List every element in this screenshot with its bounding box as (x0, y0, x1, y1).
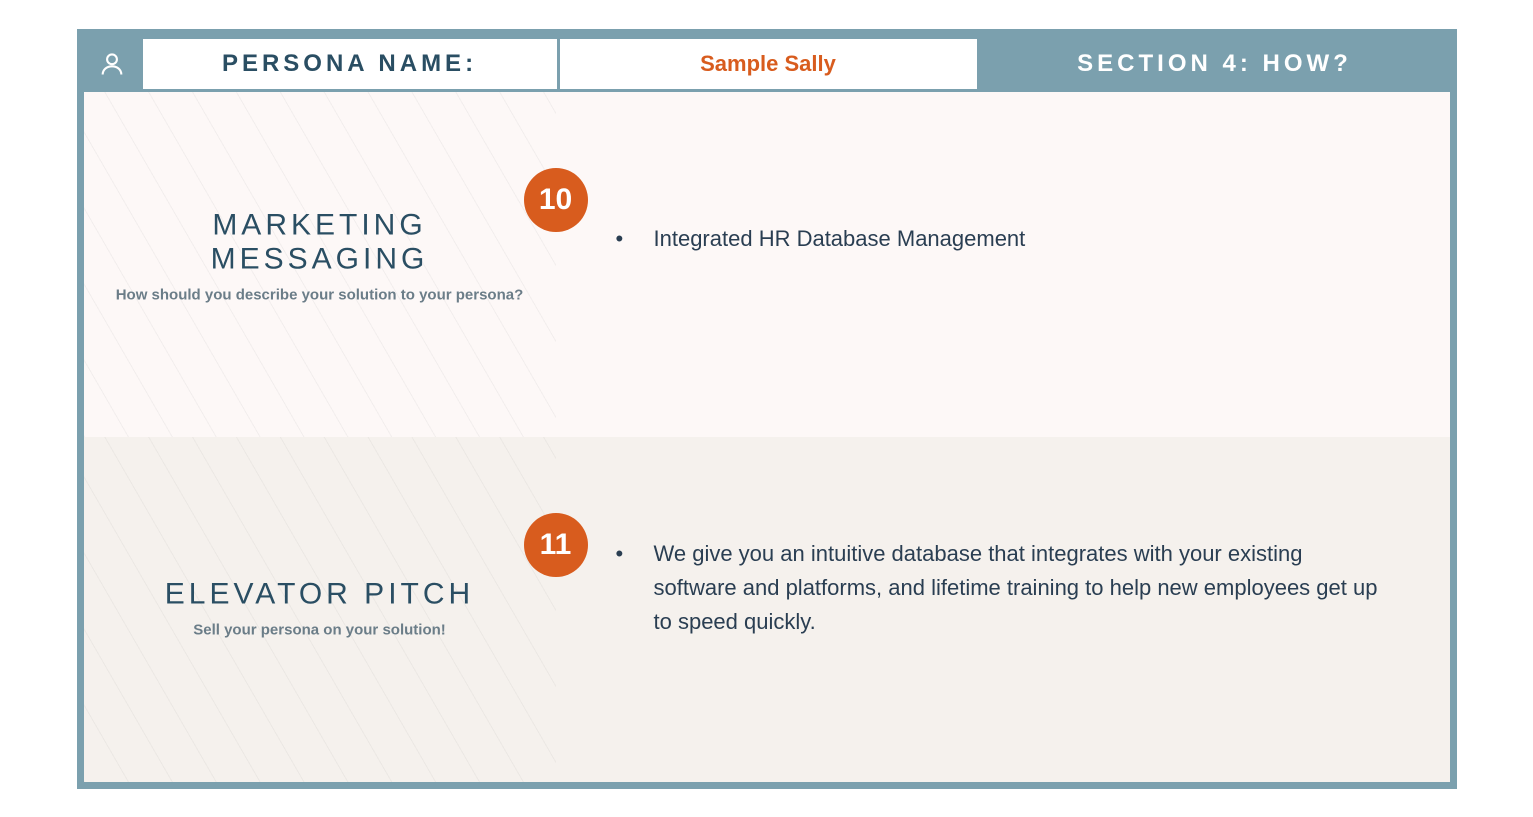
row-1-badge: 10 (524, 168, 588, 232)
row-1-label-cell: MARKETING MESSAGING How should you descr… (84, 92, 556, 437)
row-2-title: ELEVATOR PITCH (114, 578, 526, 612)
persona-name-label: PERSONA NAME: (140, 36, 560, 92)
persona-icon (84, 36, 140, 92)
persona-slide: PERSONA NAME: Sample Sally SECTION 4: HO… (77, 29, 1457, 789)
row-1-bullet: Integrated HR Database Management (616, 222, 1390, 256)
row-2-bullet: We give you an intuitive database that i… (616, 537, 1390, 639)
slide-body: MARKETING MESSAGING How should you descr… (84, 92, 1450, 782)
row-2-badge: 11 (524, 513, 588, 577)
row-1-title: MARKETING MESSAGING (114, 209, 526, 277)
section-label: SECTION 4: HOW? (980, 36, 1450, 92)
persona-name-value: Sample Sally (560, 36, 980, 92)
row-1-content-cell: Integrated HR Database Management (556, 92, 1450, 437)
row-1-subtitle: How should you describe your solution to… (114, 285, 526, 306)
row-2-label-cell: ELEVATOR PITCH Sell your persona on your… (84, 437, 556, 782)
row-2-content-cell: We give you an intuitive database that i… (556, 437, 1450, 782)
row-2-subtitle: Sell your persona on your solution! (114, 620, 526, 641)
header-bar: PERSONA NAME: Sample Sally SECTION 4: HO… (84, 36, 1450, 92)
